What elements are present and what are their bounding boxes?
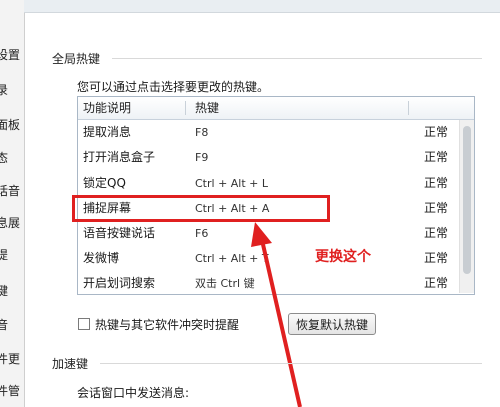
conflict-reminder-label: 热键与其它软件冲突时提醒 bbox=[95, 318, 240, 332]
section-divider bbox=[100, 363, 482, 364]
send-message-label: 会话窗口中发送消息: bbox=[77, 386, 190, 400]
section-title-accelerator: 加速键 bbox=[52, 357, 89, 371]
annotation-text: 更换这个 bbox=[315, 249, 371, 265]
conflict-reminder-checkbox[interactable] bbox=[78, 318, 90, 330]
annotation-arrow bbox=[251, 222, 302, 407]
restore-default-hotkeys-button[interactable]: 恢复默认热键 bbox=[288, 313, 376, 335]
